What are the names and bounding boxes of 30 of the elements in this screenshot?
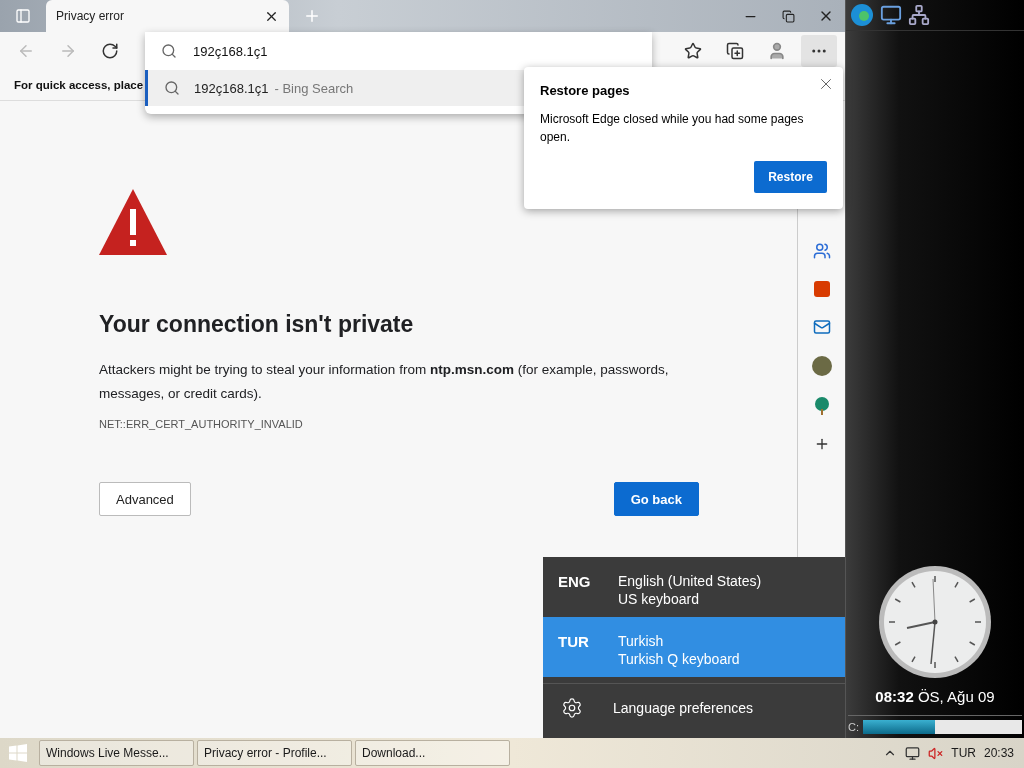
language-indicator[interactable]: TUR (951, 746, 976, 760)
advanced-button[interactable]: Advanced (99, 482, 191, 516)
error-code: NET::ERR_CERT_AUTHORITY_INVALID (99, 418, 304, 430)
gear-icon (561, 697, 583, 719)
popup-title: Restore pages (540, 83, 631, 98)
taskbar-clock[interactable]: 20:33 (983, 746, 1014, 760)
address-field[interactable]: 192ç168.1ç1 (191, 42, 652, 60)
search-icon (161, 43, 177, 59)
language-preferences-item[interactable]: Language preferences (543, 683, 845, 732)
restore-button[interactable]: Restore (754, 161, 827, 193)
error-heading: Your connection isn't private (99, 311, 415, 338)
drive-label: C: (848, 721, 859, 733)
monitor-icon[interactable] (880, 4, 902, 26)
browser-tab[interactable]: Privacy error (46, 0, 289, 32)
popup-message: Microsoft Edge closed while you had some pages open. (540, 111, 805, 146)
search-icon (164, 80, 180, 96)
error-message: Attackers might be trying to steal your information from ntp.msn.com (for example, passwords, messages, or credit cards). (99, 361, 670, 403)
taskbar-item[interactable]: Privacy error - Profile... (197, 740, 352, 766)
favorites-bar-text: For quick access, place (14, 79, 144, 91)
go-back-button[interactable]: Go back (613, 482, 699, 516)
mute-icon[interactable] (928, 745, 944, 761)
avatar-icon[interactable] (811, 356, 832, 376)
people-icon[interactable] (812, 242, 831, 260)
clock-date-text: 08:32 ÖS, Ağu 09 (875, 688, 995, 705)
tree-icon[interactable] (812, 396, 831, 416)
language-item[interactable]: ENG English (United States) US keyboard (543, 557, 845, 617)
mail-icon[interactable] (812, 318, 831, 336)
taskbar-item[interactable]: Windows Live Messe... (39, 740, 194, 766)
taskbar-item[interactable]: Download... (355, 740, 510, 766)
warning-icon (99, 189, 167, 255)
